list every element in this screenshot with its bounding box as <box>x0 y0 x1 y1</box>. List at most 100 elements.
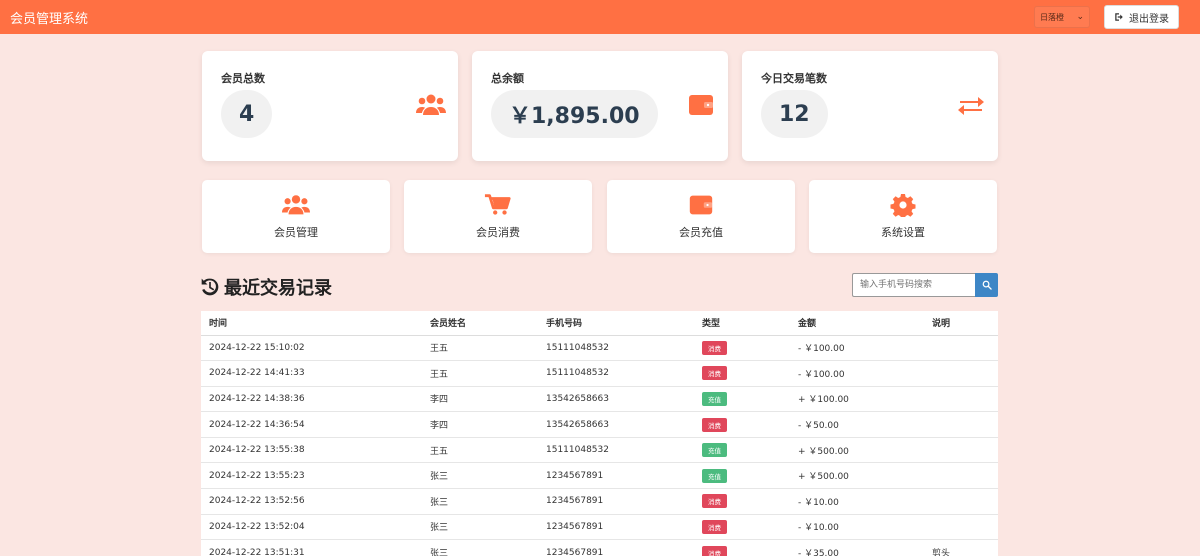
app-title: 会员管理系统 <box>10 11 89 27</box>
phone-search-input[interactable] <box>852 273 975 297</box>
type-badge: 充值 <box>702 391 727 406</box>
nav-card-member-management[interactable]: 会员管理 <box>202 180 390 253</box>
table-row: 2024-12-22 14:41:33 王五 15111048532 消费 - ￥100… <box>201 360 998 387</box>
cell-phone: 1234567891 <box>538 539 694 556</box>
type-badge: 消费 <box>702 519 727 534</box>
cell-time: 2024-12-22 13:55:23 <box>201 462 422 490</box>
nav-card-label: 会员充值 <box>679 226 723 239</box>
theme-select-value: 日落橙 <box>1040 12 1064 22</box>
cell-phone: 1234567891 <box>538 514 694 541</box>
cell-name: 王五 <box>422 335 538 362</box>
cell-note <box>924 411 998 438</box>
cell-note <box>924 514 998 541</box>
type-badge: 消费 <box>702 340 727 355</box>
cell-name: 李四 <box>422 411 538 438</box>
cell-name: 张三 <box>422 514 538 541</box>
cell-name: 张三 <box>422 488 538 515</box>
stat-label: 总余额 <box>491 72 524 85</box>
cart-icon <box>484 194 511 215</box>
top-bar: 会员管理系统 日落橙 ⌄ 退出登录 <box>0 0 1200 34</box>
cell-phone: 15111048532 <box>538 335 694 362</box>
cell-type: 充值 <box>694 437 790 464</box>
cell-phone: 15111048532 <box>538 360 694 387</box>
table-header-row: 时间 会员姓名 手机号码 类型 金额 说明 <box>201 311 998 336</box>
cell-amount: - ￥50.00 <box>790 411 924 438</box>
nav-card-member-recharge[interactable]: 会员充值 <box>607 180 795 253</box>
cell-time: 2024-12-22 13:51:31 <box>201 539 422 556</box>
cell-amount: - ￥10.00 <box>790 488 924 515</box>
column-header-amount: 金额 <box>790 311 924 336</box>
cell-amount: + ￥500.00 <box>790 462 924 490</box>
cell-note <box>924 462 998 490</box>
table-row: 2024-12-22 14:38:36 李四 13542658663 充值 + ￥100… <box>201 386 998 413</box>
column-header-phone: 手机号码 <box>538 311 694 336</box>
cell-note <box>924 437 998 464</box>
cell-type: 消费 <box>694 411 790 438</box>
stat-value: 4 <box>221 90 273 138</box>
stat-value: 12 <box>761 90 828 138</box>
cell-phone: 13542658663 <box>538 386 694 413</box>
cell-phone: 1234567891 <box>538 462 694 490</box>
cell-amount: - ￥100.00 <box>790 335 924 362</box>
recent-transactions-title: 最近交易记录 <box>200 274 332 300</box>
table-row: 2024-12-22 13:55:38 王五 15111048532 充值 + ￥500… <box>201 437 998 464</box>
stat-card-balance: 总余额 ￥1,895.00 <box>472 51 728 161</box>
cell-note: 剪头 <box>924 539 998 556</box>
stat-card-today-transactions: 今日交易笔数 12 <box>742 51 998 161</box>
type-badge: 消费 <box>702 417 727 432</box>
history-icon <box>201 278 219 296</box>
logout-button[interactable]: 退出登录 <box>1104 5 1179 29</box>
gear-icon <box>890 194 916 217</box>
cell-phone: 13542658663 <box>538 411 694 438</box>
logout-button-label: 退出登录 <box>1129 13 1169 25</box>
transactions-table: 时间 会员姓名 手机号码 类型 金额 说明 2024-12-22 15:10:0… <box>201 311 998 556</box>
cell-amount: - ￥10.00 <box>790 514 924 541</box>
exchange-icon <box>958 97 984 115</box>
search-button[interactable] <box>975 273 998 297</box>
column-header-note: 说明 <box>924 311 998 336</box>
cell-time: 2024-12-22 14:38:36 <box>201 386 422 413</box>
cell-name: 王五 <box>422 437 538 464</box>
transactions-table-body: 2024-12-22 15:10:02 王五 15111048532 消费 - ￥100… <box>201 335 998 556</box>
chevron-down-icon: ⌄ <box>1076 12 1084 22</box>
table-row: 2024-12-22 13:55:23 张三 1234567891 充值 + ￥500.… <box>201 462 998 490</box>
nav-card-member-consume[interactable]: 会员消费 <box>404 180 592 253</box>
cell-time: 2024-12-22 13:55:38 <box>201 437 422 464</box>
cell-name: 李四 <box>422 386 538 413</box>
cell-name: 张三 <box>422 462 538 490</box>
section-title-text: 最近交易记录 <box>224 278 332 299</box>
cell-note <box>924 386 998 413</box>
nav-card-label: 会员管理 <box>274 226 318 239</box>
cell-note <box>924 360 998 387</box>
nav-card-label: 系统设置 <box>881 226 925 239</box>
wallet-icon <box>689 95 713 115</box>
nav-card-system-settings[interactable]: 系统设置 <box>809 180 997 253</box>
users-icon <box>416 94 446 115</box>
cell-time: 2024-12-22 13:52:04 <box>201 514 422 541</box>
table-row: 2024-12-22 13:52:56 张三 1234567891 消费 - ￥10.0… <box>201 488 998 515</box>
table-row: 2024-12-22 13:51:31 张三 1234567891 消费 - ￥35.0… <box>201 539 998 556</box>
nav-card-label: 会员消费 <box>476 226 520 239</box>
search-icon <box>982 280 992 290</box>
cell-time: 2024-12-22 13:52:56 <box>201 488 422 515</box>
theme-select[interactable]: 日落橙 ⌄ <box>1034 6 1090 28</box>
cell-name: 张三 <box>422 539 538 556</box>
stat-card-members: 会员总数 4 <box>202 51 458 161</box>
users-icon <box>282 195 310 215</box>
phone-search <box>852 273 998 297</box>
cell-type: 消费 <box>694 335 790 362</box>
cell-type: 消费 <box>694 488 790 515</box>
cell-time: 2024-12-22 15:10:02 <box>201 335 422 362</box>
type-badge: 消费 <box>702 494 727 509</box>
type-badge: 消费 <box>702 366 727 381</box>
cell-name: 王五 <box>422 360 538 387</box>
cell-type: 消费 <box>694 360 790 387</box>
column-header-name: 会员姓名 <box>422 311 538 336</box>
top-bar-actions: 日落橙 ⌄ 退出登录 <box>1034 5 1190 29</box>
stat-label: 今日交易笔数 <box>761 72 827 85</box>
table-row: 2024-12-22 14:36:54 李四 13542658663 消费 - ￥50.… <box>201 411 998 438</box>
cell-amount: + ￥100.00 <box>790 386 924 413</box>
cell-type: 充值 <box>694 462 790 490</box>
cell-type: 消费 <box>694 539 790 556</box>
stat-value: ￥1,895.00 <box>491 90 658 138</box>
